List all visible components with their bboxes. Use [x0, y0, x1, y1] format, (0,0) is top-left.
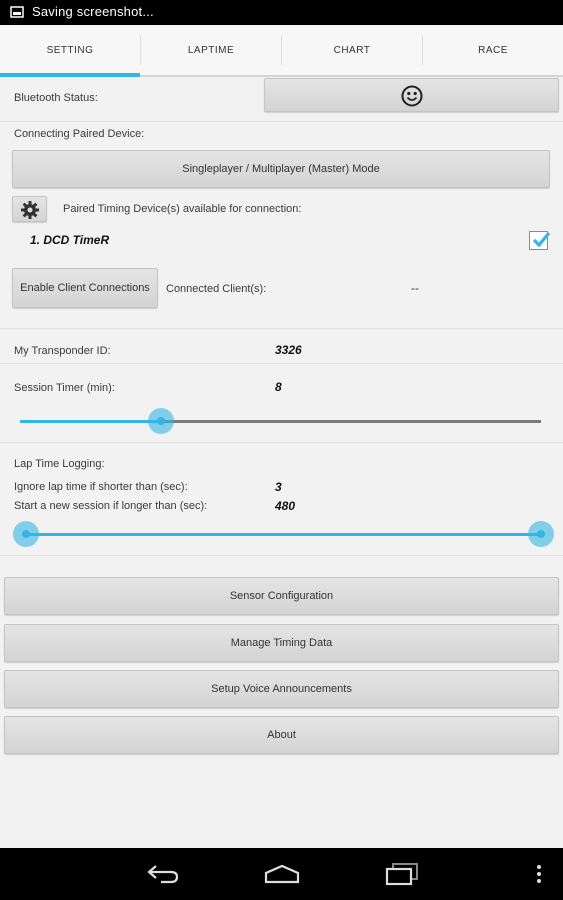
session-timer-track-inactive — [160, 420, 541, 423]
tab-race[interactable]: RACE — [423, 25, 563, 75]
lap-logging-range-thumb-high[interactable] — [528, 521, 554, 547]
device-name: 1. DCD TimeR — [30, 233, 110, 247]
session-timer-track-active — [20, 420, 161, 423]
divider — [0, 363, 563, 364]
device-settings-button[interactable] — [12, 196, 47, 222]
about-button[interactable]: About — [4, 716, 559, 754]
ignore-lap-value: 3 — [275, 480, 282, 494]
bluetooth-status-label: Bluetooth Status: — [14, 92, 98, 104]
paired-devices-label: Paired Timing Device(s) available for co… — [63, 203, 302, 215]
bluetooth-status-button[interactable] — [264, 78, 559, 112]
tab-bar: SETTING LAPTIME CHART RACE — [0, 25, 563, 77]
home-icon[interactable] — [264, 864, 300, 884]
back-icon[interactable] — [146, 864, 180, 884]
slider-thumb-center — [156, 417, 165, 425]
tab-laptime[interactable]: LAPTIME — [141, 25, 281, 75]
slider-thumb-center — [22, 530, 30, 538]
sensor-configuration-button[interactable]: Sensor Configuration — [4, 577, 559, 615]
setup-voice-announcements-button[interactable]: Setup Voice Announcements — [4, 670, 559, 708]
manage-timing-data-button[interactable]: Manage Timing Data — [4, 624, 559, 662]
new-session-label: Start a new session if longer than (sec)… — [14, 500, 208, 512]
session-timer-label: Session Timer (min): — [14, 382, 115, 394]
divider — [0, 555, 563, 556]
overflow-menu-icon[interactable] — [535, 864, 543, 884]
transponder-value: 3326 — [275, 343, 302, 357]
session-timer-slider-thumb[interactable] — [147, 408, 174, 434]
device-checkbox[interactable] — [529, 231, 551, 250]
slider-thumb-center — [537, 530, 545, 538]
tab-chart[interactable]: CHART — [282, 25, 422, 75]
session-timer-value: 8 — [275, 380, 282, 394]
navigation-bar — [0, 848, 563, 900]
connected-clients-label: Connected Client(s): — [166, 283, 267, 295]
status-text: Saving screenshot... — [32, 4, 154, 19]
connecting-label: Connecting Paired Device: — [14, 128, 145, 140]
status-bar: Saving screenshot... — [0, 0, 563, 25]
gear-icon — [21, 201, 39, 219]
ignore-lap-label: Ignore lap time if shorter than (sec): — [14, 481, 188, 493]
enable-client-connections-button[interactable]: Enable Client Connections — [12, 268, 158, 308]
transponder-label: My Transponder ID: — [14, 345, 111, 357]
lap-logging-range-track — [26, 533, 541, 536]
divider — [0, 328, 563, 329]
screenshot-icon — [10, 6, 24, 18]
lap-logging-range-thumb-low[interactable] — [13, 521, 39, 547]
new-session-value: 480 — [275, 499, 296, 513]
connected-clients-value: -- — [411, 281, 419, 295]
divider — [0, 121, 563, 122]
mode-button[interactable]: Singleplayer / Multiplayer (Master) Mode — [12, 150, 550, 188]
checkmark-icon — [532, 231, 551, 248]
lap-logging-label: Lap Time Logging: — [14, 458, 105, 470]
divider — [0, 442, 563, 443]
tab-setting[interactable]: SETTING — [0, 25, 140, 77]
recent-apps-icon[interactable] — [385, 862, 419, 886]
smiley-icon — [401, 85, 423, 107]
